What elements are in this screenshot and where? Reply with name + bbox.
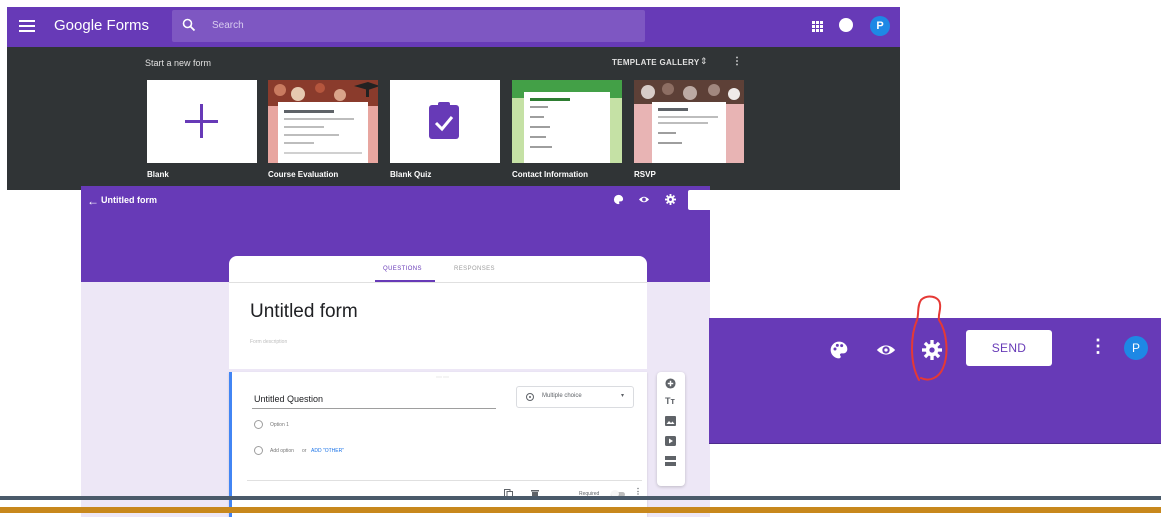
send-button-partial[interactable] — [688, 190, 710, 210]
form-header-card: QUESTIONS RESPONSES Untitled form Form d… — [229, 256, 647, 369]
top-app-bar: Google Forms Search P — [7, 7, 900, 47]
apps-grid-icon[interactable] — [812, 21, 823, 32]
back-arrow-icon[interactable]: ← — [87, 194, 99, 208]
template-label: Course Evaluation — [268, 170, 339, 179]
floating-toolbar: Tт — [657, 372, 685, 486]
more-vert-icon[interactable]: ⋮ — [1089, 336, 1107, 357]
palette-icon[interactable] — [613, 194, 624, 205]
settings-gear-icon[interactable] — [665, 194, 676, 205]
option-1-input[interactable]: Option 1 — [270, 422, 289, 428]
or-text: or — [302, 448, 307, 454]
app-title: Google Forms — [54, 17, 150, 34]
hamburger-menu-icon[interactable] — [19, 20, 35, 34]
preview-eye-icon[interactable] — [638, 194, 650, 205]
add-option-link[interactable]: Add option — [270, 448, 294, 454]
add-other-link[interactable]: ADD "OTHER" — [311, 448, 344, 454]
form-editor-panel: ← Untitled form QUESTIONS RESPONSES Unti… — [81, 186, 710, 517]
option-radio — [254, 420, 263, 429]
chevron-down-icon: ▾ — [621, 393, 625, 399]
search-placeholder: Search — [212, 20, 244, 31]
template-blank-quiz[interactable] — [390, 80, 500, 163]
add-title-icon[interactable]: Tт — [665, 396, 675, 406]
tab-questions[interactable]: QUESTIONS — [383, 266, 422, 272]
question-type-select[interactable]: Multiple choice ▾ — [516, 386, 634, 408]
search-input[interactable]: Search — [172, 10, 645, 42]
search-icon — [182, 18, 196, 32]
avatar[interactable]: P — [870, 16, 890, 36]
rsvp-thumbnail — [634, 80, 744, 163]
option-radio — [254, 446, 263, 455]
more-vert-icon[interactable]: ⋮ — [634, 487, 642, 496]
question-title-underline — [252, 408, 496, 409]
palette-icon[interactable] — [829, 340, 849, 360]
tabs-divider — [229, 282, 647, 283]
add-section-icon[interactable] — [665, 456, 676, 466]
question-type-label: Multiple choice — [542, 393, 582, 399]
contact-information-thumbnail — [512, 80, 622, 163]
template-label: Blank Quiz — [390, 170, 432, 179]
add-video-icon[interactable] — [665, 436, 676, 446]
template-course-evaluation[interactable] — [268, 80, 378, 163]
form-description-input[interactable]: Form description — [250, 339, 287, 345]
template-blank[interactable] — [147, 80, 257, 163]
question-footer-divider — [247, 480, 642, 481]
decorative-line — [0, 507, 1161, 513]
template-gallery-button[interactable]: TEMPLATE GALLERY — [612, 58, 699, 67]
form-name[interactable]: Untitled form — [101, 195, 157, 205]
quiz-clipboard-icon — [429, 102, 459, 139]
tab-responses[interactable]: RESPONSES — [454, 266, 495, 272]
radio-button-icon — [526, 393, 534, 401]
start-new-form-label: Start a new form — [145, 58, 212, 68]
preview-eye-icon[interactable] — [875, 340, 897, 360]
template-contact-information[interactable] — [512, 80, 622, 163]
plus-icon — [185, 104, 218, 138]
template-label: Blank — [147, 170, 169, 179]
annotation-circle — [911, 295, 948, 381]
template-rsvp[interactable] — [634, 80, 744, 163]
question-title-input[interactable]: Untitled Question — [254, 394, 323, 404]
drag-handle-icon[interactable]: ⋯⋯ — [436, 374, 450, 381]
template-label: Contact Information — [512, 170, 588, 179]
notifications-icon[interactable] — [839, 18, 853, 32]
unfold-icon[interactable]: ⇕ — [700, 56, 708, 67]
forms-home-panel: Google Forms Search P Start a new form T… — [7, 7, 900, 190]
add-question-icon[interactable] — [665, 378, 676, 389]
avatar[interactable]: P — [1124, 336, 1148, 360]
form-title-input[interactable]: Untitled form — [250, 301, 358, 323]
more-vert-icon[interactable]: ⋮ — [732, 56, 742, 67]
send-button[interactable]: SEND — [966, 330, 1052, 366]
template-label: RSVP — [634, 170, 656, 179]
course-evaluation-thumbnail — [268, 80, 378, 163]
add-image-icon[interactable] — [665, 416, 676, 426]
decorative-line — [0, 496, 1161, 500]
